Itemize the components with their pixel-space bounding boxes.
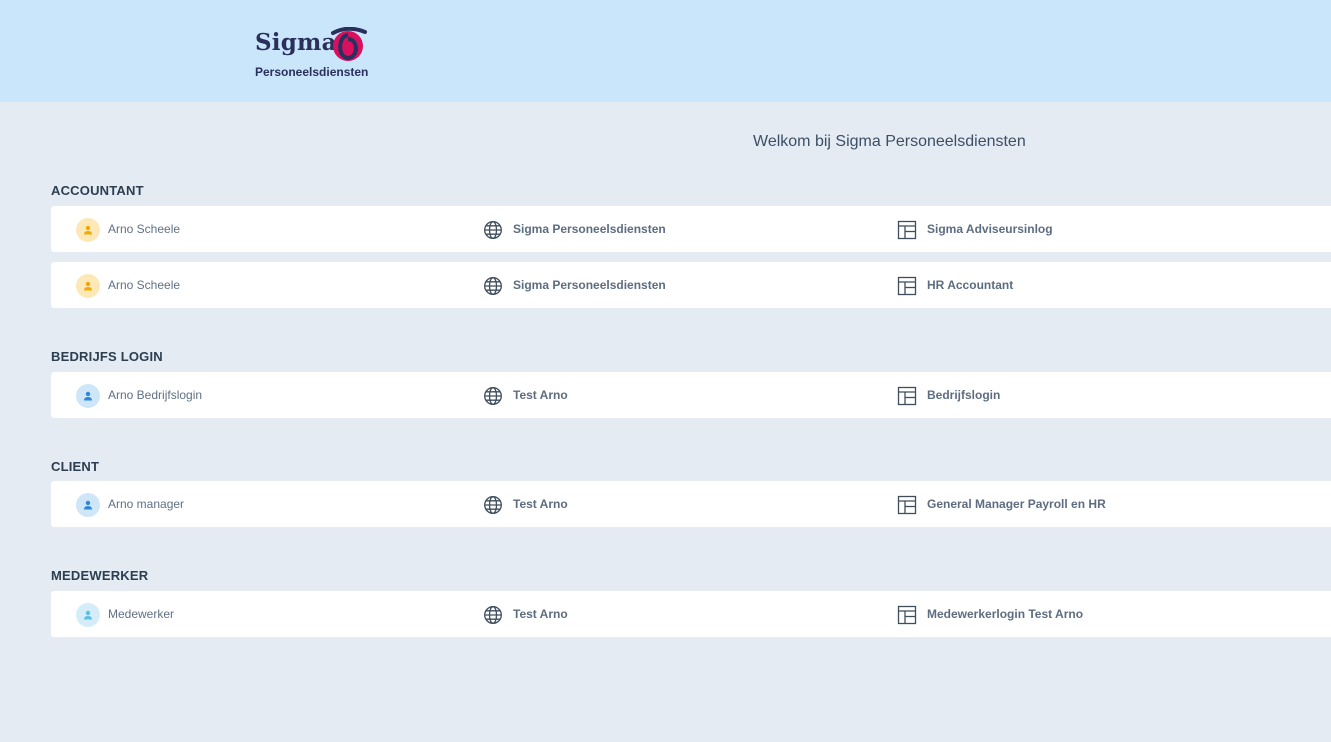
group-title-client: CLIENT [51, 459, 100, 474]
role-name: Sigma Adviseursinlog [927, 222, 1053, 236]
layout-icon [897, 495, 917, 515]
globe-icon [484, 606, 502, 624]
user-icon [84, 225, 92, 235]
avatar [76, 384, 100, 408]
login-row[interactable]: Medewerker Test Arno Medewerkerlogin Tes… [51, 591, 1331, 637]
user-name: Medewerker [108, 607, 175, 621]
welcome-message: Welkom bij Sigma Personeelsdiensten [753, 133, 1026, 150]
role-name: Bedrijfslogin [927, 388, 1001, 402]
layout-icon [897, 276, 917, 296]
organization-name: Sigma Personeelsdiensten [513, 222, 666, 236]
avatar [76, 603, 100, 627]
organization-name: Test Arno [513, 388, 568, 402]
globe-icon [484, 277, 502, 295]
organization-name: Test Arno [513, 607, 568, 621]
organization-name: Sigma Personeelsdiensten [513, 278, 666, 292]
group-title-medewerker: MEDEWERKER [51, 568, 149, 583]
globe-icon [484, 221, 502, 239]
globe-icon [484, 496, 502, 514]
user-name: Arno manager [108, 497, 185, 511]
sigma-logo[interactable]: Sigma Personeelsdiensten [255, 27, 375, 83]
user-icon [84, 281, 92, 291]
user-icon [84, 610, 92, 620]
login-row[interactable]: Arno Bedrijfslogin Test Arno Bedrijfslog… [51, 372, 1331, 418]
page-header: Sigma Personeelsdiensten [0, 0, 1331, 102]
group-title-bedrijfs-login: BEDRIJFS LOGIN [51, 349, 163, 364]
avatar [76, 493, 100, 517]
logo-wordmark: Sigma [255, 29, 337, 56]
user-name: Arno Bedrijfslogin [108, 388, 203, 402]
group-title-accountant: ACCOUNTANT [51, 183, 144, 198]
layout-icon [897, 386, 917, 406]
organization-name: Test Arno [513, 497, 568, 511]
logo-subtitle: Personeelsdiensten [255, 65, 369, 79]
layout-icon [897, 220, 917, 240]
sigma-logo-icon [331, 27, 367, 61]
user-icon [84, 391, 92, 401]
login-row[interactable]: Arno Scheele Sigma Personeelsdiensten Si… [51, 206, 1331, 252]
login-row[interactable]: Arno manager Test Arno General Manager P… [51, 481, 1331, 527]
role-name: Medewerkerlogin Test Arno [927, 607, 1084, 621]
globe-icon [484, 387, 502, 405]
role-name: HR Accountant [927, 278, 1014, 292]
role-name: General Manager Payroll en HR [927, 497, 1106, 511]
avatar [76, 218, 100, 242]
login-row[interactable]: Arno Scheele Sigma Personeelsdiensten HR… [51, 262, 1331, 308]
avatar [76, 274, 100, 298]
user-name: Arno Scheele [108, 278, 181, 292]
layout-icon [897, 605, 917, 625]
user-icon [84, 500, 92, 510]
user-name: Arno Scheele [108, 222, 181, 236]
